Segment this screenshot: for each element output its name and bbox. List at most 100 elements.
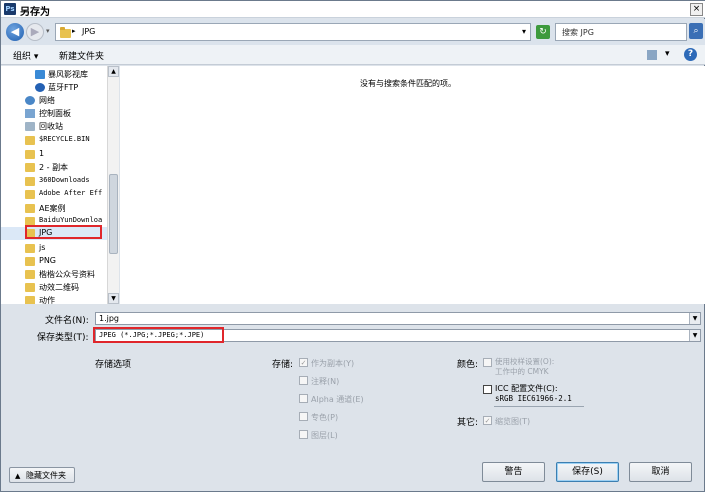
sidebar-item-folder-2-copy[interactable]: 2 - 副本 bbox=[1, 161, 107, 174]
layers-checkbox[interactable] bbox=[299, 430, 308, 439]
sidebar-item-label: AE案例 bbox=[39, 204, 66, 213]
folder-icon bbox=[25, 150, 35, 159]
proof-setup-checkbox[interactable] bbox=[483, 358, 492, 367]
sidebar-item-label: 动效二维码 bbox=[39, 283, 79, 292]
scroll-down-icon[interactable]: ▼ bbox=[108, 293, 119, 304]
dialog-title: 另存为 bbox=[20, 7, 50, 18]
organize-button[interactable]: 组织 ▾ bbox=[13, 49, 38, 62]
sidebar-item-label: 蓝牙FTP bbox=[48, 83, 79, 92]
close-button[interactable]: × bbox=[690, 3, 703, 16]
folder-icon bbox=[25, 296, 35, 304]
spot-colors-label: 专色(P) bbox=[311, 413, 339, 422]
warning-button[interactable]: 警告 bbox=[482, 462, 545, 482]
icc-profile-checkbox[interactable] bbox=[483, 385, 492, 394]
search-input[interactable]: 搜索 JPG bbox=[555, 23, 687, 41]
folder-icon bbox=[25, 163, 35, 172]
sidebar-item-control-panel[interactable]: 控制面板 bbox=[1, 107, 107, 120]
sidebar-item-adobe-after-effects[interactable]: Adobe After Eff bbox=[1, 188, 107, 201]
recent-locations-dropdown-icon[interactable]: ▾ bbox=[46, 27, 50, 35]
icc-profile-value: sRGB IEC61966-2.1 bbox=[495, 394, 572, 403]
sidebar-item-png[interactable]: PNG bbox=[1, 255, 107, 268]
view-icon[interactable] bbox=[647, 50, 657, 60]
thumbnail-label: 缩览图(T) bbox=[495, 417, 531, 426]
folder-icon bbox=[25, 177, 35, 186]
alpha-channels-checkbox[interactable] bbox=[299, 394, 308, 403]
media-library-icon bbox=[35, 70, 45, 79]
folder-icon bbox=[25, 283, 35, 292]
file-list[interactable]: 没有与搜索条件匹配的项。 bbox=[120, 66, 705, 304]
recycle-bin-icon bbox=[25, 122, 35, 131]
save-button[interactable]: 保存(S) bbox=[556, 462, 619, 482]
folder-icon bbox=[60, 27, 71, 38]
bluetooth-icon bbox=[35, 83, 45, 92]
spot-colors-checkbox[interactable] bbox=[299, 412, 308, 421]
sidebar-item-ae-cases[interactable]: AE案例 bbox=[1, 202, 107, 215]
sidebar-item-folder-1[interactable]: 1 bbox=[1, 148, 107, 161]
path-breadcrumb[interactable]: ▸ JPG ▾ bbox=[55, 23, 531, 41]
filename-field[interactable]: 1.jpg ▼ bbox=[95, 312, 701, 325]
sidebar-item-recycle-bin-folder[interactable]: $RECYCLE.BIN bbox=[1, 134, 107, 147]
folder-icon bbox=[25, 204, 35, 213]
sidebar-item-public-account[interactable]: 楷楷公众号资料 bbox=[1, 268, 107, 281]
photoshop-icon: Ps bbox=[4, 3, 16, 15]
sidebar-item-label: PNG bbox=[39, 256, 57, 265]
thumbnail-checkbox[interactable]: ✓ bbox=[483, 416, 492, 425]
nav-scrollbar[interactable]: ▲ ▼ bbox=[107, 66, 119, 304]
sidebar-item-qr-motion[interactable]: 动效二维码 bbox=[1, 281, 107, 294]
save-as-copy-label: 作为副本(Y) bbox=[311, 359, 355, 368]
sidebar-item-label: Adobe After Eff bbox=[39, 189, 103, 197]
file-type-dropdown-icon[interactable]: ▼ bbox=[689, 330, 700, 341]
store-label: 存储: bbox=[272, 360, 294, 370]
sidebar-item-js[interactable]: js bbox=[1, 242, 107, 255]
selection-highlight bbox=[25, 225, 102, 239]
hide-folders-button[interactable]: ▲ 隐藏文件夹 bbox=[9, 467, 75, 483]
filename-label: 文件名(N): bbox=[45, 316, 89, 326]
view-dropdown-icon[interactable]: ▾ bbox=[665, 49, 670, 59]
storage-options-heading: 存储选项 bbox=[95, 360, 132, 370]
sidebar-item-360downloads[interactable]: 360Downloads bbox=[1, 175, 107, 188]
proof-setup-sub: 工作中的 CMYK bbox=[495, 367, 549, 376]
other-label: 其它: bbox=[457, 418, 479, 428]
search-placeholder: 搜索 JPG bbox=[562, 28, 594, 37]
sidebar-item-label: BaiduYunDownloa bbox=[39, 216, 103, 224]
sidebar-item-label: 网络 bbox=[39, 96, 55, 105]
annotations-label: 注释(N) bbox=[311, 377, 340, 386]
forward-button[interactable]: ▶ bbox=[26, 23, 44, 41]
scroll-thumb[interactable] bbox=[109, 174, 118, 254]
sidebar-item-label: 2 - 副本 bbox=[39, 163, 69, 172]
address-bar: ◀ ▶ ▾ ▸ JPG ▾ ↻ 搜索 JPG ⌕ bbox=[1, 19, 705, 45]
path-current-folder[interactable]: JPG bbox=[82, 27, 95, 36]
new-folder-button[interactable]: 新建文件夹 bbox=[59, 49, 104, 62]
layers-label: 图层(L) bbox=[311, 431, 338, 440]
cancel-button[interactable]: 取消 bbox=[629, 462, 692, 482]
path-separator: ▸ bbox=[72, 27, 76, 35]
search-icon[interactable]: ⌕ bbox=[689, 23, 703, 39]
folder-icon bbox=[25, 257, 35, 266]
annotations-checkbox[interactable] bbox=[299, 376, 308, 385]
help-icon[interactable]: ? bbox=[684, 48, 697, 61]
scroll-up-icon[interactable]: ▲ bbox=[108, 66, 119, 77]
sidebar-item-media-library[interactable]: 暴风影视库 bbox=[1, 68, 107, 81]
save-as-copy-checkbox[interactable]: ✓ bbox=[299, 358, 308, 367]
back-button[interactable]: ◀ bbox=[6, 23, 24, 41]
sidebar-item-recycle-bin[interactable]: 回收站 bbox=[1, 120, 107, 133]
title-bar: Ps 另存为 × bbox=[1, 1, 705, 18]
type-highlight bbox=[93, 327, 224, 343]
sidebar-item-actions[interactable]: 动作 bbox=[1, 294, 107, 304]
refresh-icon[interactable]: ↻ bbox=[536, 25, 550, 39]
folder-icon bbox=[25, 244, 35, 253]
filename-value: 1.jpg bbox=[99, 314, 120, 323]
sidebar-item-label: 动作 bbox=[39, 296, 55, 304]
navigation-pane: 暴风影视库 蓝牙FTP 网络 控制面板 回收站 $RECYCLE.BIN 1 2… bbox=[1, 66, 119, 304]
path-dropdown-icon[interactable]: ▾ bbox=[522, 27, 526, 36]
save-as-dialog: Ps 另存为 × ◀ ▶ ▾ ▸ JPG ▾ ↻ 搜索 JPG ⌕ 组织 ▾ 新… bbox=[0, 0, 705, 492]
empty-message: 没有与搜索条件匹配的项。 bbox=[360, 79, 456, 88]
filename-dropdown-icon[interactable]: ▼ bbox=[689, 313, 700, 324]
color-label: 颜色: bbox=[457, 360, 479, 370]
folder-icon bbox=[25, 190, 35, 199]
sidebar-item-network[interactable]: 网络 bbox=[1, 94, 107, 107]
sidebar-item-label: 楷楷公众号资料 bbox=[39, 270, 95, 279]
sidebar-item-bluetooth-ftp[interactable]: 蓝牙FTP bbox=[1, 81, 107, 94]
folder-icon bbox=[25, 136, 35, 145]
type-label: 保存类型(T): bbox=[37, 333, 89, 343]
